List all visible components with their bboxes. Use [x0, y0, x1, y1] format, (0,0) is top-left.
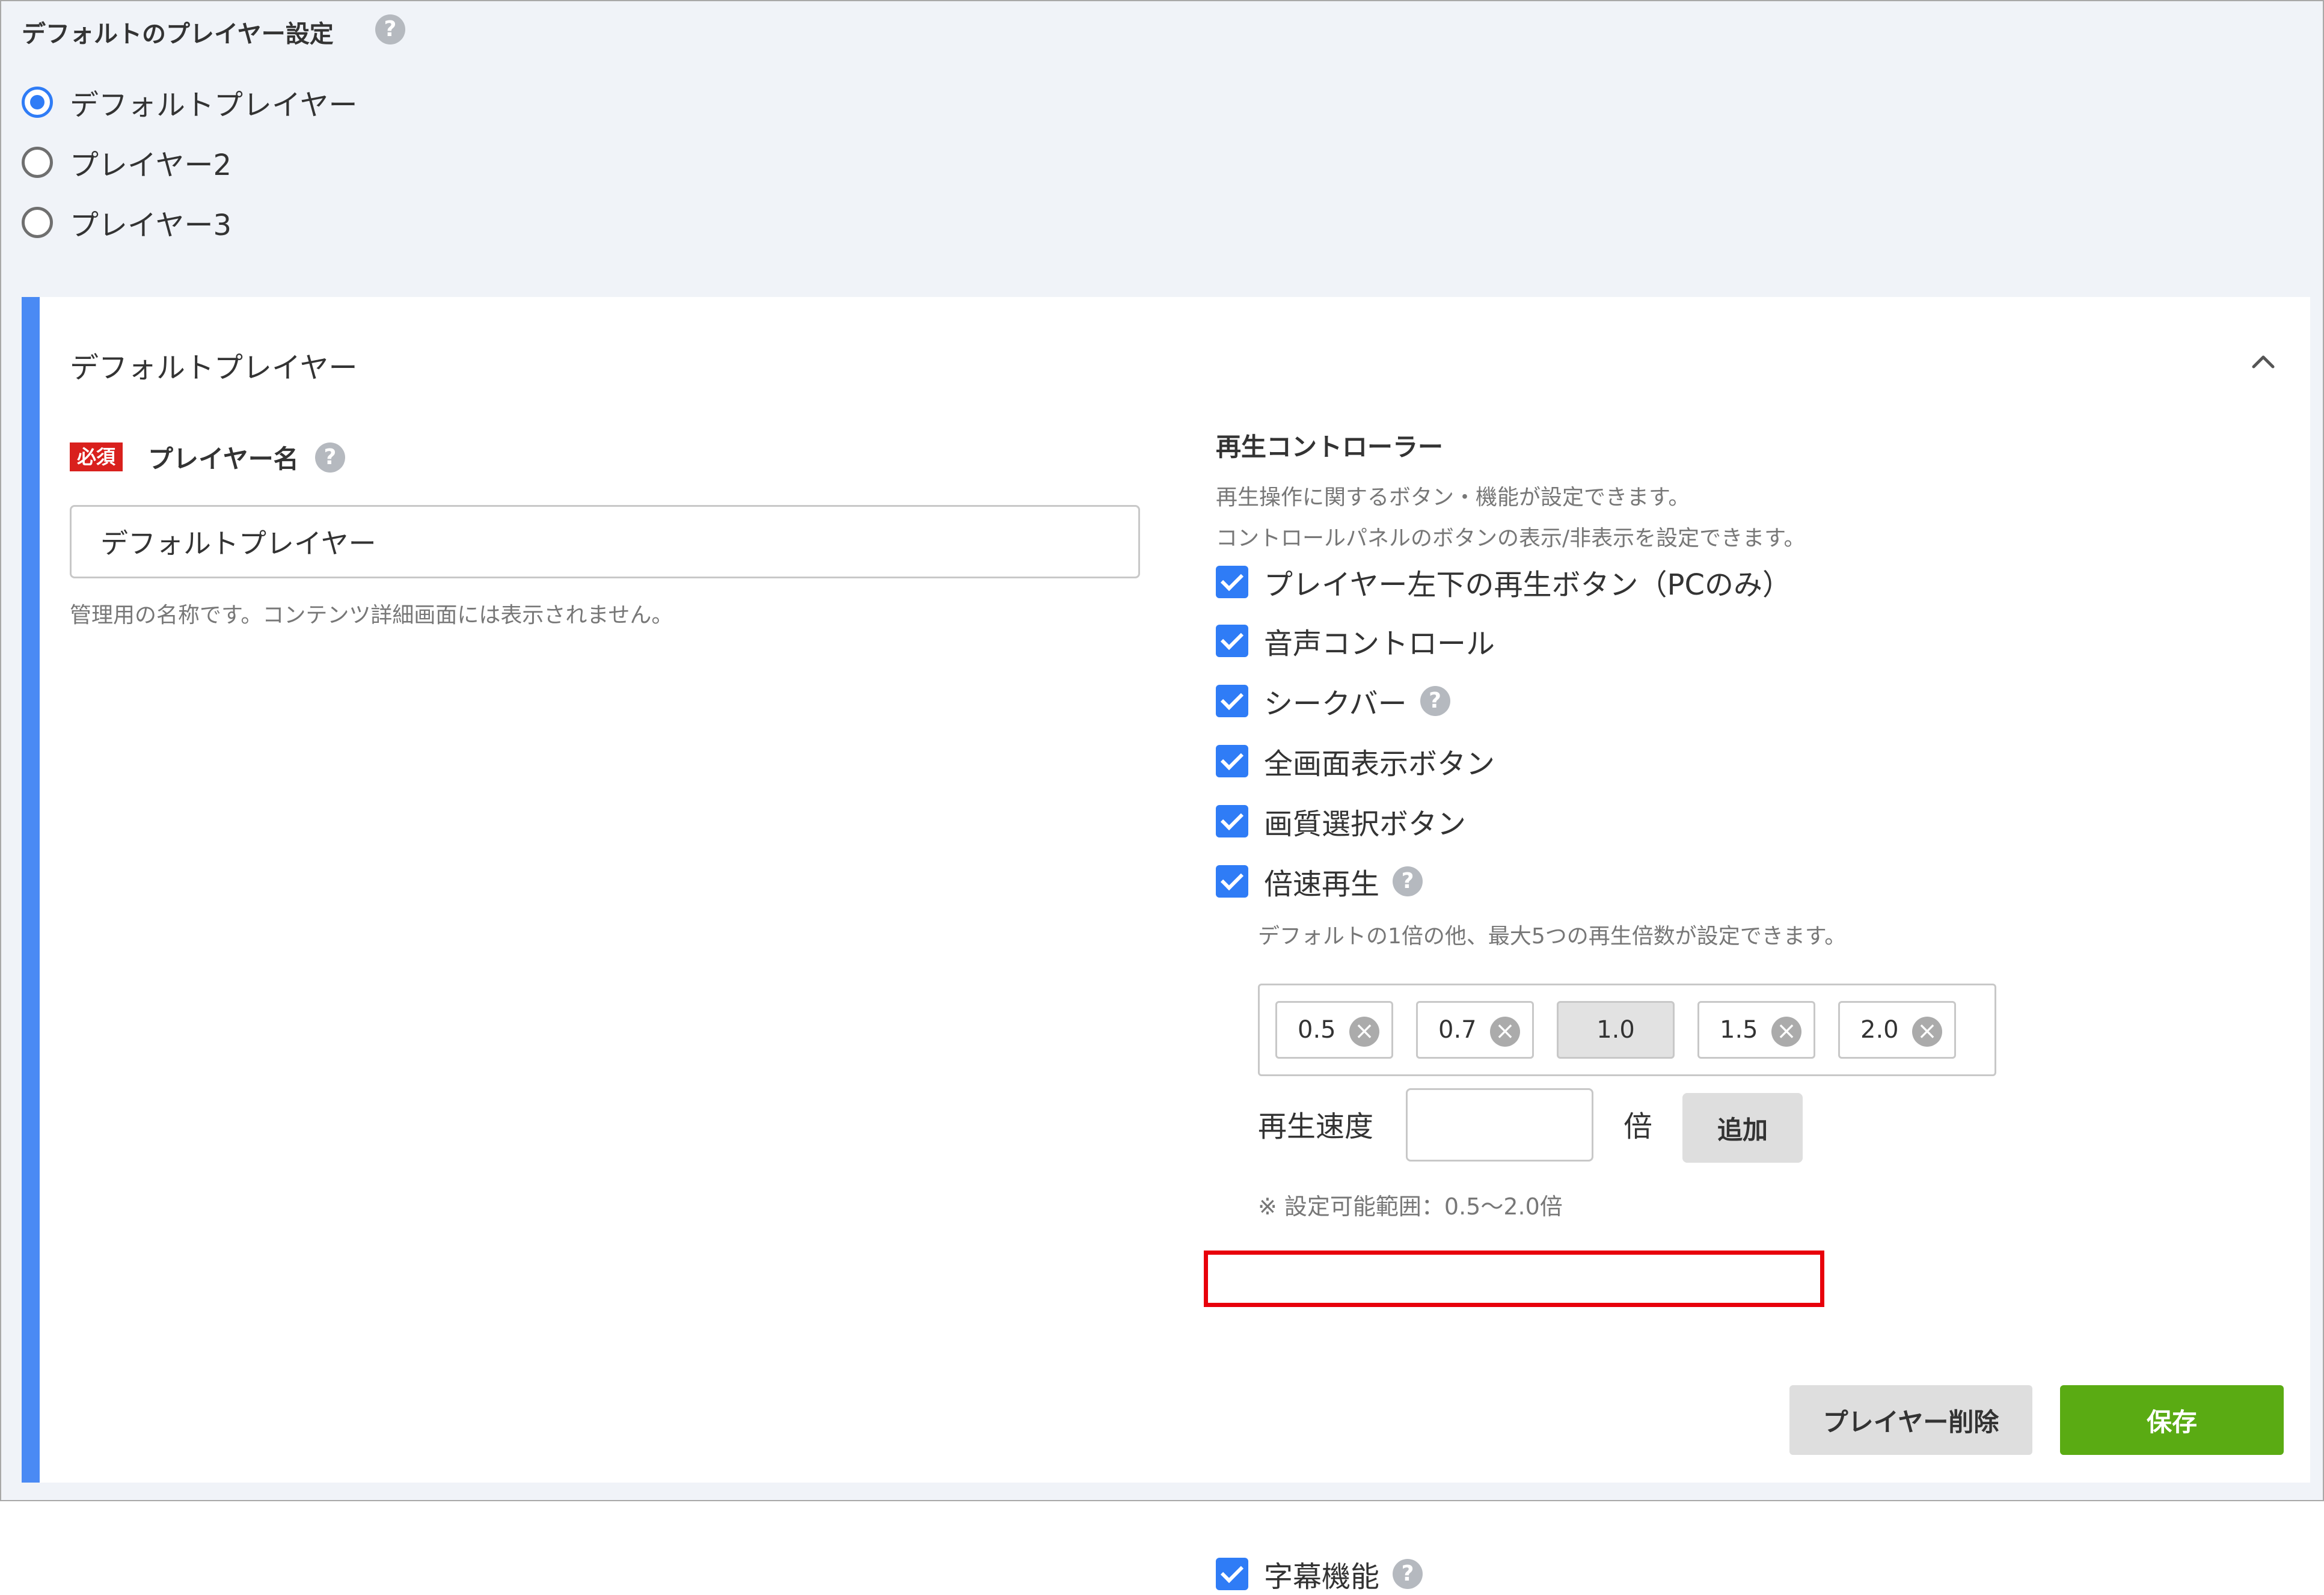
required-badge: 必須 [70, 442, 123, 471]
checkbox-label: プレイヤー左下の再生ボタン（PCのみ） [1264, 568, 1792, 602]
player-name-label: プレイヤー名 [148, 444, 299, 474]
help-icon[interactable]: ? [315, 442, 345, 473]
checkbox-playback-speed[interactable]: 倍速再生 ? [1216, 863, 1423, 901]
speed-input-label: 再生速度 [1258, 1110, 1374, 1143]
speed-input[interactable] [1406, 1088, 1593, 1162]
checkbox-label: 全画面表示ボタン [1264, 747, 1495, 781]
checkbox-label: 字幕機能 [1264, 1560, 1380, 1594]
speed-chip-default: 1.0 [1557, 1001, 1675, 1059]
radio-label: デフォルトプレイヤー [70, 88, 358, 122]
speed-chip: 0.7 × [1416, 1001, 1534, 1059]
controller-description-2: コントロールパネルのボタンの表示/非表示を設定できます。 [1216, 526, 1806, 551]
settings-page: デフォルトのプレイヤー設定 ? デフォルトプレイヤー プレイヤー2 プレイヤー3… [0, 0, 2324, 1594]
panel-title: デフォルトプレイヤー [70, 351, 358, 385]
checkbox-checked[interactable] [1216, 685, 1248, 717]
speed-chip-label: 0.7 [1438, 1016, 1477, 1044]
checkbox-label: シークバー [1264, 687, 1407, 721]
radio-button-selected[interactable] [22, 87, 53, 118]
speed-chip-label: 1.0 [1596, 1016, 1635, 1044]
remove-icon[interactable]: × [1912, 1017, 1942, 1047]
checkbox-seek-bar[interactable]: シークバー ? [1216, 683, 1450, 721]
speed-chip: 1.5 × [1697, 1001, 1815, 1059]
checkbox-audio-control[interactable]: 音声コントロール [1216, 623, 1495, 661]
help-icon[interactable]: ? [375, 14, 405, 44]
checkbox-checked[interactable] [1216, 1558, 1248, 1590]
checkbox-play-button[interactable]: プレイヤー左下の再生ボタン（PCのみ） [1216, 564, 1792, 602]
controller-description-1: 再生操作に関するボタン・機能が設定できます。 [1216, 485, 1690, 510]
radio-button[interactable] [22, 207, 53, 238]
checkbox-checked[interactable] [1216, 566, 1248, 598]
help-icon[interactable]: ? [1393, 866, 1423, 896]
radio-player-3[interactable]: プレイヤー3 [22, 204, 232, 242]
speed-hint: デフォルトの1倍の他、最大5つの再生倍数が設定できます。 [1258, 924, 1847, 949]
checkbox-label: 画質選択ボタン [1264, 807, 1467, 841]
speed-chip: 2.0 × [1838, 1001, 1956, 1059]
radio-button[interactable] [22, 147, 53, 178]
chevron-up-icon[interactable] [2245, 344, 2281, 380]
speed-chip: 0.5 × [1275, 1001, 1393, 1059]
radio-player-2[interactable]: プレイヤー2 [22, 144, 232, 182]
add-speed-button[interactable]: 追加 [1682, 1093, 1803, 1163]
controller-title: 再生コントローラー [1216, 432, 1444, 462]
radio-default-player[interactable]: デフォルトプレイヤー [22, 84, 358, 122]
speed-chip-label: 2.0 [1860, 1016, 1899, 1044]
checkbox-label: 倍速再生 [1264, 868, 1380, 901]
save-button[interactable]: 保存 [2060, 1385, 2284, 1455]
checkbox-subtitle[interactable]: 字幕機能 ? [1216, 1556, 1423, 1594]
speed-range-note: ※ 設定可能範囲：0.5〜2.0倍 [1258, 1193, 1563, 1220]
help-icon[interactable]: ? [1420, 686, 1450, 716]
checkbox-quality-button[interactable]: 画質選択ボタン [1216, 803, 1467, 841]
panel-accent-bar [22, 297, 40, 1483]
checkbox-checked[interactable] [1216, 745, 1248, 777]
remove-icon[interactable]: × [1771, 1017, 1801, 1047]
checkbox-checked[interactable] [1216, 625, 1248, 657]
player-settings-panel: デフォルトプレイヤー 必須 プレイヤー名 ? 管理用の名称です。コンテンツ詳細画… [22, 297, 2310, 1594]
help-icon[interactable]: ? [1393, 1559, 1423, 1589]
checkbox-label: 音声コントロール [1264, 627, 1495, 661]
player-name-hint: 管理用の名称です。コンテンツ詳細画面には表示されません。 [70, 603, 673, 628]
player-name-input[interactable] [70, 505, 1140, 578]
section-title: デフォルトのプレイヤー設定 [22, 20, 334, 48]
radio-label: プレイヤー3 [70, 209, 232, 242]
checkbox-checked[interactable] [1216, 805, 1248, 837]
speed-chip-list: 0.5 × 0.7 × 1.0 1.5 × 2.0 × [1258, 984, 1996, 1076]
remove-icon[interactable]: × [1349, 1017, 1379, 1047]
speed-chip-label: 1.5 [1720, 1016, 1758, 1044]
radio-label: プレイヤー2 [70, 148, 232, 182]
speed-unit: 倍 [1623, 1110, 1653, 1143]
checkbox-fullscreen-button[interactable]: 全画面表示ボタン [1216, 743, 1495, 781]
remove-icon[interactable]: × [1490, 1017, 1520, 1047]
speed-chip-label: 0.5 [1298, 1016, 1336, 1044]
delete-player-button[interactable]: プレイヤー削除 [1789, 1385, 2032, 1455]
checkbox-checked[interactable] [1216, 865, 1248, 898]
